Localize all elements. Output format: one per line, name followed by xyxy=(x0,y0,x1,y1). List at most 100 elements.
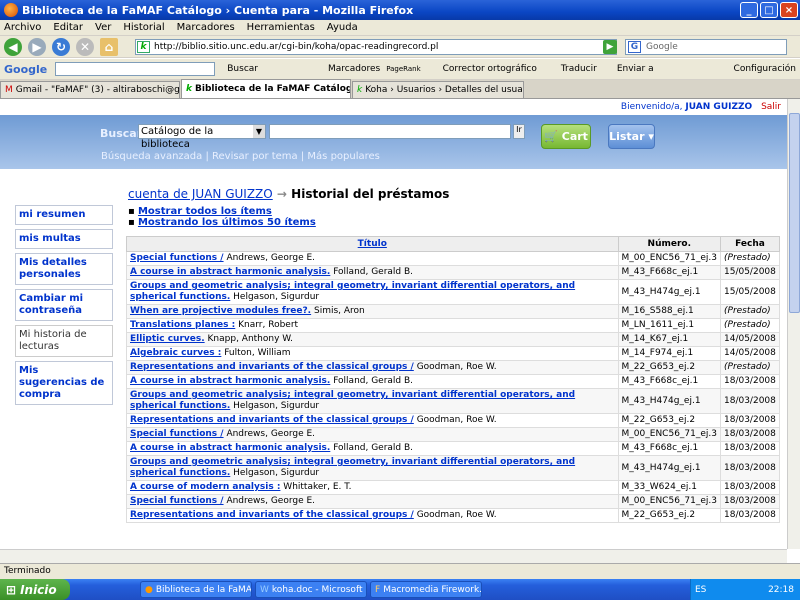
cell-title: A course in abstract harmonic analysis. … xyxy=(126,441,619,456)
column-title[interactable]: Título xyxy=(126,236,619,252)
task-fireworks[interactable]: F Macromedia Firework... xyxy=(370,581,482,598)
gmail-icon: M xyxy=(5,85,13,95)
book-title-link[interactable]: Groups and geometric analysis; integral … xyxy=(130,457,575,478)
task-word[interactable]: Wkoha.doc - Microsoft ... xyxy=(255,581,367,598)
enviar-button[interactable]: Enviar a xyxy=(617,64,654,74)
vertical-scrollbar[interactable] xyxy=(787,99,800,549)
table-row: When are projective modules free?. Simis… xyxy=(126,304,780,319)
cell-date: 18/03/2008 xyxy=(720,455,780,481)
window-title: Biblioteca de la FaMAF Catálogo › Cuenta… xyxy=(22,3,414,17)
book-title-link[interactable]: Translations planes : xyxy=(130,320,235,330)
close-button[interactable]: × xyxy=(780,2,798,18)
sidebar-item-resumen[interactable]: mi resumen xyxy=(15,205,113,225)
tab-gmail[interactable]: MGmail - "FaMAF" (3) - altiraboschi@gma.… xyxy=(0,81,180,98)
busqueda-avanzada-link[interactable]: Búsqueda avanzada xyxy=(101,151,202,162)
language-indicator[interactable]: ES xyxy=(695,585,706,595)
firefox-icon xyxy=(4,3,18,17)
cell-title: A course of modern analysis : Whittaker,… xyxy=(126,480,619,495)
book-title-link[interactable]: Groups and geometric analysis; integral … xyxy=(130,281,575,302)
cell-title: Special functions / Andrews, George E. xyxy=(126,494,619,509)
menu-historial[interactable]: Historial xyxy=(123,22,164,33)
minimize-button[interactable]: _ xyxy=(740,2,758,18)
cell-number: M_43_F668c_ej.1 xyxy=(617,265,722,280)
table-row: Elliptic curves. Knapp, Anthony W. M_14_K… xyxy=(126,332,780,347)
start-button[interactable]: ⊞ Inicio xyxy=(0,579,70,600)
book-title-link[interactable]: Algebraic curves : xyxy=(130,348,221,358)
menu-ayuda[interactable]: Ayuda xyxy=(327,22,358,33)
sidebar-item-multas[interactable]: mis multas xyxy=(15,229,113,249)
revisar-tema-link[interactable]: Revisar por tema xyxy=(212,151,298,162)
show-all-link[interactable]: Mostrar todos los ítems xyxy=(138,206,272,217)
show-last50-link[interactable]: Mostrando los últimos 50 ítems xyxy=(138,217,316,228)
book-title-link[interactable]: Representations and invariants of the cl… xyxy=(130,510,414,520)
catalog-search-input[interactable] xyxy=(269,124,511,139)
catalog-select[interactable]: Catálogo de la biblioteca ▼ xyxy=(138,124,266,150)
book-title-link[interactable]: Special functions / xyxy=(130,496,224,506)
book-title-link[interactable]: Special functions / xyxy=(130,253,224,263)
book-title-link[interactable]: A course in abstract harmonic analysis. xyxy=(130,443,330,453)
book-title-link[interactable]: Elliptic curves. xyxy=(130,334,205,344)
tab-koha[interactable]: kKoha › Usuarios › Detalles del usuario.… xyxy=(352,81,524,98)
sidebar-item-detalles[interactable]: Mis detalles personales xyxy=(15,253,113,285)
stop-icon[interactable]: ✕ xyxy=(76,37,94,56)
sidebar-item-historia[interactable]: Mi historia de lecturas xyxy=(15,325,113,357)
book-title-link[interactable]: A course of modern analysis : xyxy=(130,482,280,492)
google-engine-icon[interactable]: G xyxy=(628,41,641,53)
menu-marcadores[interactable]: Marcadores xyxy=(177,22,235,33)
book-title-link[interactable]: A course in abstract harmonic analysis. xyxy=(130,376,330,386)
book-author: Goodman, Roe W. xyxy=(416,510,497,520)
book-author: Folland, Gerald B. xyxy=(333,443,414,453)
web-search-input[interactable]: G Google xyxy=(625,39,787,55)
cart-button[interactable]: 🛒 Cart xyxy=(541,124,591,149)
url-bar[interactable]: k http://biblio.sitio.unc.edu.ar/cgi-bin… xyxy=(135,39,617,55)
menu-editar[interactable]: Editar xyxy=(53,22,83,33)
traducir-button[interactable]: Traducir xyxy=(561,64,597,74)
salir-link[interactable]: Salir xyxy=(761,102,781,112)
windows-taskbar: ⊞ Inicio ● Biblioteca de la FaMA... Wkoha.… xyxy=(0,579,800,600)
history-options: ▪ Mostrar todos los ítems ▪ Mostrando lo… xyxy=(128,206,316,228)
mas-populares-link[interactable]: Más populares xyxy=(307,151,379,162)
table-row: Groups and geometric analysis; integral … xyxy=(126,388,780,414)
forward-icon[interactable]: ▶ xyxy=(28,37,46,56)
go-icon[interactable]: ▶ xyxy=(603,40,617,54)
sidebar-item-sugerencias[interactable]: Mis sugerencias de compra xyxy=(15,361,113,405)
back-icon[interactable]: ◀ xyxy=(4,37,22,56)
scrollbar-thumb[interactable] xyxy=(789,113,800,313)
cell-date: 15/05/2008 xyxy=(720,265,780,280)
cell-number: M_14_K67_ej.1 xyxy=(617,332,722,347)
corrector-button[interactable]: Corrector ortográfico xyxy=(443,64,537,74)
home-icon[interactable]: ⌂ xyxy=(100,37,118,56)
menu-herramientas[interactable]: Herramientas xyxy=(247,22,315,33)
menu-archivo[interactable]: Archivo xyxy=(4,22,41,33)
cell-number: M_22_G653_ej.2 xyxy=(617,360,722,375)
tab-biblioteca[interactable]: kBiblioteca de la FaMAF Catálog...✕ xyxy=(181,79,351,98)
menu-ver[interactable]: Ver xyxy=(95,22,111,33)
google-buscar-button[interactable]: Buscar xyxy=(227,64,258,74)
book-title-link[interactable]: Groups and geometric analysis; integral … xyxy=(130,390,575,411)
cell-title: Special functions / Andrews, George E. xyxy=(126,427,619,442)
sidebar-item-contrasena[interactable]: Cambiar mi contraseña xyxy=(15,289,113,321)
book-title-link[interactable]: Representations and invariants of the cl… xyxy=(130,415,414,425)
maximize-button[interactable]: □ xyxy=(760,2,778,18)
google-search-input[interactable] xyxy=(55,62,216,76)
book-title-link[interactable]: A course in abstract harmonic analysis. xyxy=(130,267,330,277)
configuracion-button[interactable]: Configuración xyxy=(734,64,796,74)
book-title-link[interactable]: When are projective modules free?. xyxy=(130,306,311,316)
welcome-message: Bienvenido/a, JUAN GUIZZO Salir xyxy=(620,102,781,112)
cell-title: Translations planes : Knarr, Robert xyxy=(126,318,619,333)
search-go-button[interactable]: Ir xyxy=(513,124,525,139)
welcome-user-link[interactable]: JUAN GUIZZO xyxy=(685,102,752,112)
account-link[interactable]: cuenta de JUAN GUIZZO xyxy=(128,187,273,201)
book-title-link[interactable]: Special functions / xyxy=(130,429,224,439)
cell-title: Algebraic curves : Fulton, William xyxy=(126,346,619,361)
lista-button[interactable]: Listar ▾ xyxy=(608,124,655,149)
task-firefox[interactable]: ● Biblioteca de la FaMA... xyxy=(140,581,252,598)
url-text: http://biblio.sitio.unc.edu.ar/cgi-bin/k… xyxy=(154,42,439,52)
window-titlebar: Biblioteca de la FaMAF Catálogo › Cuenta… xyxy=(0,0,800,20)
book-author: Fulton, William xyxy=(224,348,291,358)
reload-icon[interactable]: ↻ xyxy=(52,37,70,56)
marcadores-button[interactable]: Marcadores xyxy=(328,64,380,74)
horizontal-scrollbar[interactable] xyxy=(0,549,787,563)
cell-date: (Prestado) xyxy=(720,318,780,333)
book-title-link[interactable]: Representations and invariants of the cl… xyxy=(130,362,414,372)
